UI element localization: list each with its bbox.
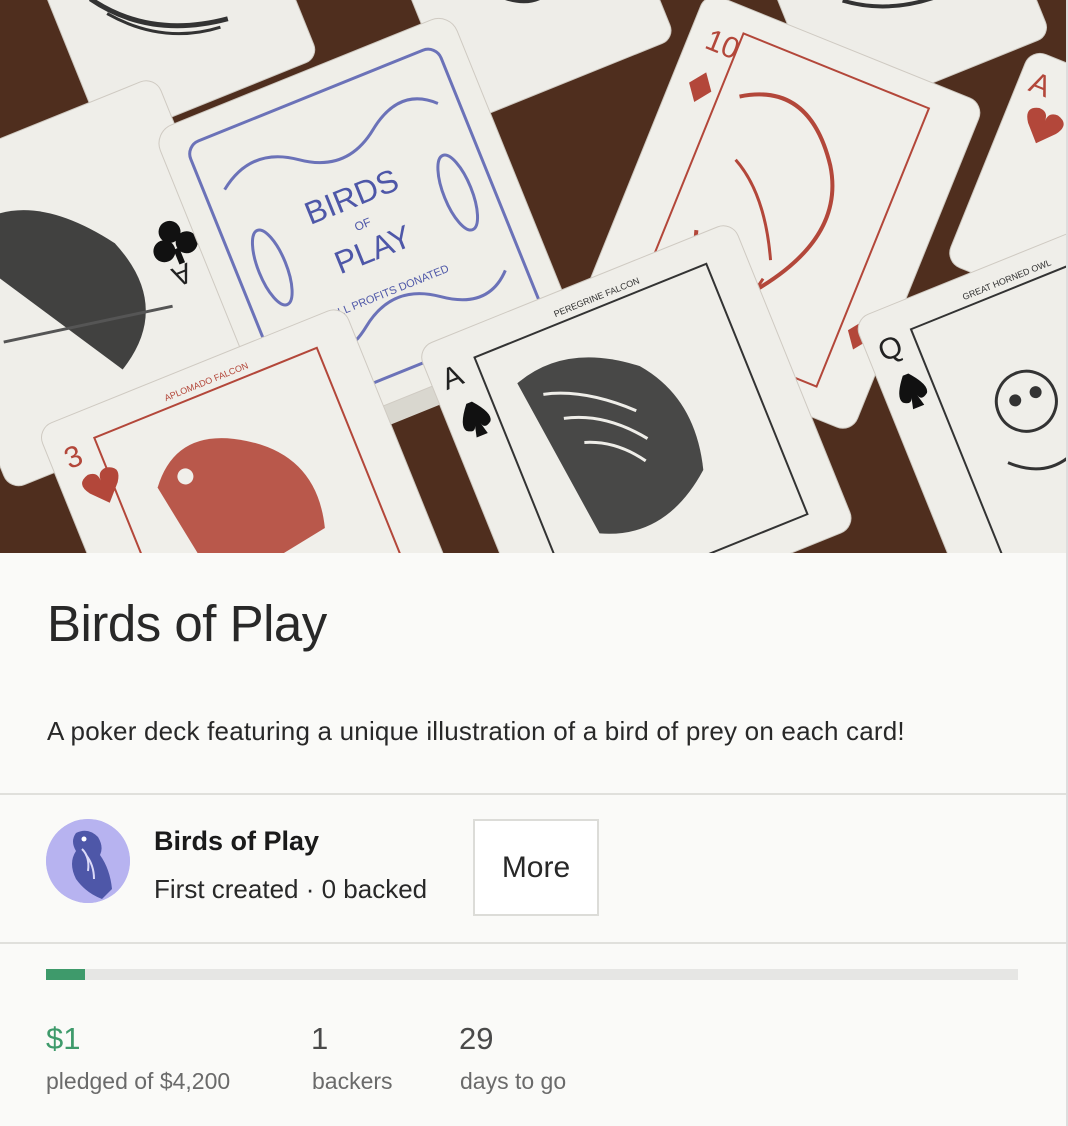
divider [0, 942, 1066, 944]
falcon-avatar-icon [46, 819, 130, 903]
creator-name[interactable]: Birds of Play [154, 826, 319, 857]
funding-progress-fill [46, 969, 85, 980]
project-hero-image[interactable]: A BIRDS OF PLAY ALL PROFITS DONATED 10 A… [0, 0, 1066, 553]
creator-avatar[interactable] [46, 819, 130, 903]
creator-meta: First created · 0 backed [154, 874, 428, 904]
backers-label: backers [312, 1068, 393, 1094]
funding-progress-bar [46, 969, 1018, 980]
project-blurb: A poker deck featuring a unique illustra… [47, 716, 905, 746]
hero-illustration: A BIRDS OF PLAY ALL PROFITS DONATED 10 A… [0, 0, 1066, 553]
pledged-label: pledged of $4,200 [46, 1068, 231, 1094]
days-to-go-label: days to go [460, 1068, 567, 1094]
project-title: Birds of Play [47, 595, 327, 652]
pledged-amount: $1 [46, 1021, 81, 1056]
divider [0, 793, 1066, 795]
days-to-go-count: 29 [459, 1021, 494, 1056]
backers-count: 1 [311, 1021, 329, 1056]
creator-more-button[interactable]: More [473, 819, 599, 916]
